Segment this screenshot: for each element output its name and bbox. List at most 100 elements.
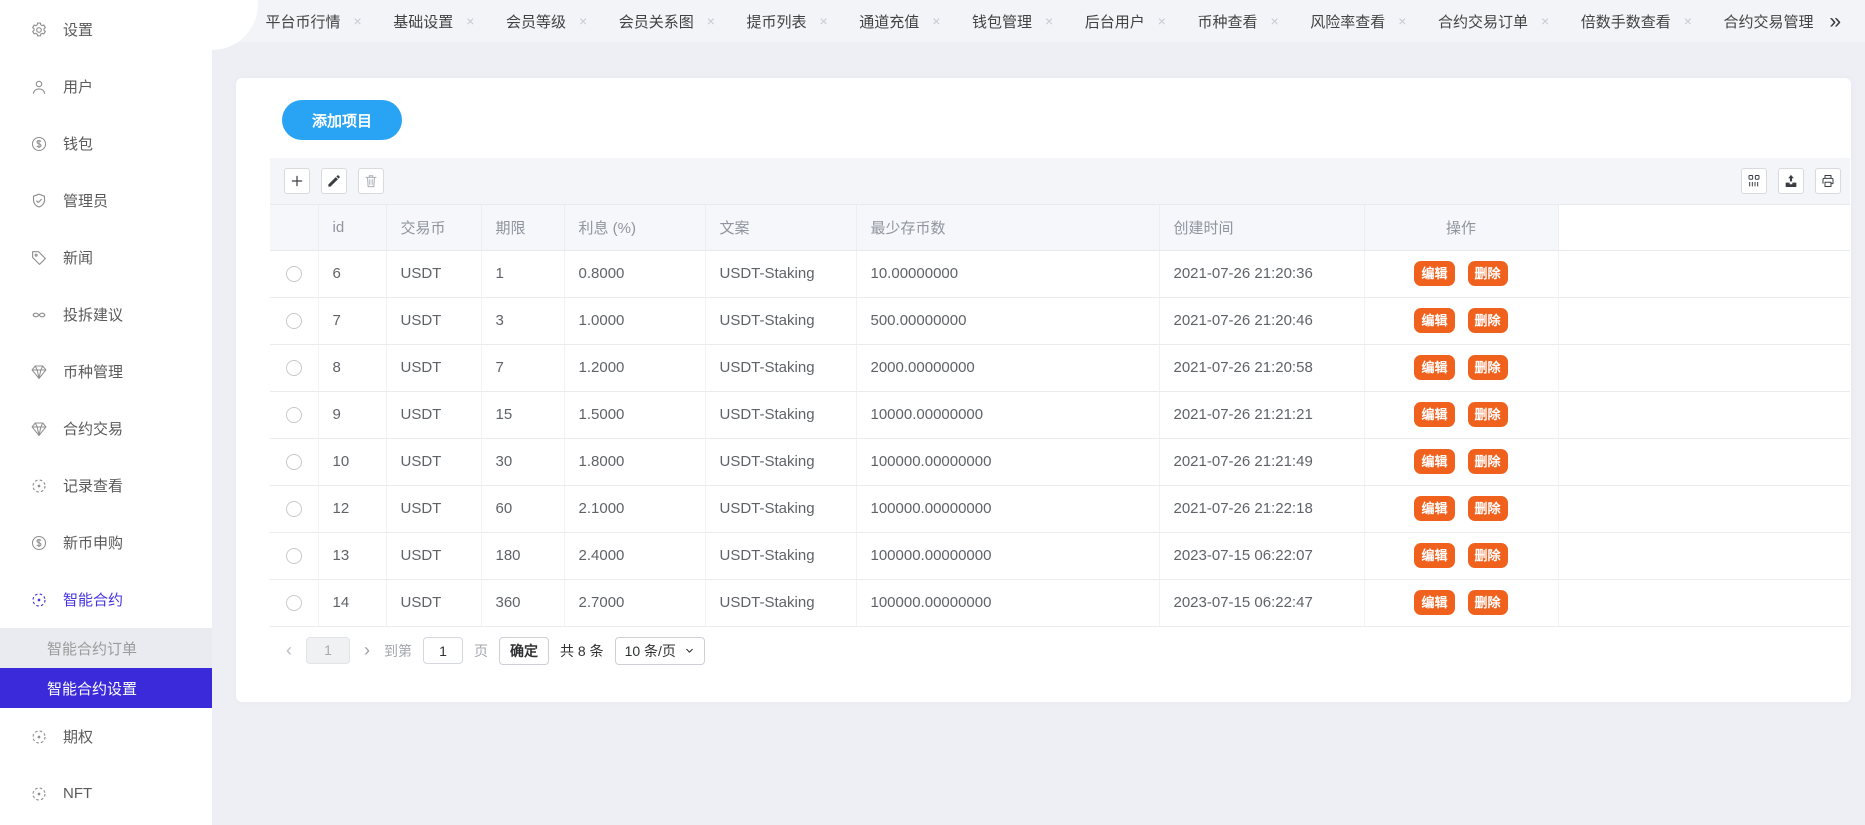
tab-close-icon[interactable]: × xyxy=(707,14,715,28)
edit-button[interactable]: 编辑 xyxy=(1414,590,1454,615)
pagination-goto-input[interactable] xyxy=(423,637,463,664)
delete-button[interactable]: 删除 xyxy=(1468,355,1508,380)
tab-platform-coin-market[interactable]: 平台币行情× xyxy=(265,11,361,32)
tab-close-icon[interactable]: × xyxy=(353,14,361,28)
row-radio-button[interactable] xyxy=(286,266,302,282)
toolbar-delete-button[interactable] xyxy=(358,168,384,194)
tab-label: 会员等级 xyxy=(506,11,566,32)
sidebar-subitem-label: 智能合约设置 xyxy=(47,678,137,699)
sidebar-item-news[interactable]: 新闻 xyxy=(0,229,212,286)
edit-button[interactable]: 编辑 xyxy=(1414,308,1454,333)
tabs-overflow-right-icon[interactable]: » xyxy=(1829,11,1841,32)
tab-wallet-management[interactable]: 钱包管理× xyxy=(972,11,1053,32)
tab-close-icon[interactable]: × xyxy=(819,14,827,28)
cell-created-at: 2021-07-26 21:20:58 xyxy=(1159,344,1364,391)
print-icon xyxy=(1820,173,1836,189)
tab-contract-trade-orders[interactable]: 合约交易订单× xyxy=(1438,11,1549,32)
tab-close-icon[interactable]: × xyxy=(1398,14,1406,28)
column-header-interest: 利息 (%) xyxy=(564,205,705,250)
sidebar-item-record-view[interactable]: 记录查看 xyxy=(0,457,212,514)
sidebar-item-admins[interactable]: 管理员 xyxy=(0,172,212,229)
row-select-cell xyxy=(270,532,318,579)
print-button[interactable] xyxy=(1815,168,1841,194)
pagination-confirm-button[interactable]: 确定 xyxy=(499,637,549,665)
tab-close-icon[interactable]: × xyxy=(1684,14,1692,28)
chevron-down-icon xyxy=(684,645,695,656)
tab-close-icon[interactable]: × xyxy=(1270,14,1278,28)
tab-close-icon[interactable]: × xyxy=(932,14,940,28)
tab-close-icon[interactable]: × xyxy=(1045,14,1053,28)
tab-label: 通道充值 xyxy=(859,11,919,32)
pagination-current-page[interactable]: 1 xyxy=(306,637,350,664)
delete-button[interactable]: 删除 xyxy=(1468,543,1508,568)
delete-button[interactable]: 删除 xyxy=(1468,261,1508,286)
sidebar-item-options[interactable]: 期权 xyxy=(0,708,212,765)
sidebar-item-new-coin-subscription[interactable]: 新币申购 xyxy=(0,514,212,571)
tab-backend-users[interactable]: 后台用户× xyxy=(1085,11,1166,32)
table-row: 9USDT151.5000USDT-Staking10000.000000002… xyxy=(270,391,1850,438)
row-select-cell xyxy=(270,250,318,297)
delete-button[interactable]: 删除 xyxy=(1468,449,1508,474)
sidebar-item-settings[interactable]: 设置 xyxy=(0,1,212,58)
sidebar-item-feedback-suggestions[interactable]: 投拆建议 xyxy=(0,286,212,343)
tab-channel-deposit[interactable]: 通道充值 × xyxy=(859,11,940,32)
sidebar-item-coin-management[interactable]: 币种管理 xyxy=(0,343,212,400)
edit-button[interactable]: 编辑 xyxy=(1414,402,1454,427)
tab-close-icon[interactable]: × xyxy=(1541,14,1549,28)
tab-member-level[interactable]: 会员等级 × xyxy=(506,11,587,32)
cell-text: USDT-Staking xyxy=(705,250,856,297)
row-radio-button[interactable] xyxy=(286,407,302,423)
page-size-select[interactable]: 10 条/页 xyxy=(615,637,705,665)
row-radio-button[interactable] xyxy=(286,454,302,470)
column-settings-button[interactable] xyxy=(1741,168,1767,194)
delete-button[interactable]: 删除 xyxy=(1468,308,1508,333)
row-radio-button[interactable] xyxy=(286,595,302,611)
tab-member-relation-graph[interactable]: 会员关系图× xyxy=(619,11,715,32)
cell-filler xyxy=(1558,438,1850,485)
sidebar-item-smart-contract[interactable]: 智能合约 xyxy=(0,571,212,628)
row-radio-button[interactable] xyxy=(286,501,302,517)
tab-contract-trade-management[interactable]: 合约交易管理 xyxy=(1723,11,1813,32)
sidebar-item-label: 合约交易 xyxy=(63,418,123,439)
sidebar-item-users[interactable]: 用户 xyxy=(0,58,212,115)
cell-interest: 1.2000 xyxy=(564,344,705,391)
tag-icon xyxy=(30,249,48,267)
row-radio-button[interactable] xyxy=(286,360,302,376)
delete-button[interactable]: 删除 xyxy=(1468,496,1508,521)
toolbar-add-button[interactable] xyxy=(284,168,310,194)
add-item-button[interactable]: 添加项目 xyxy=(282,100,402,140)
edit-button[interactable]: 编辑 xyxy=(1414,496,1454,521)
cell-interest: 2.1000 xyxy=(564,485,705,532)
tab-coin-view[interactable]: 币种查看× xyxy=(1197,11,1278,32)
cell-actions: 编辑删除 xyxy=(1364,485,1558,532)
edit-button[interactable]: 编辑 xyxy=(1414,449,1454,474)
tab-basic-settings[interactable]: 基础设置× xyxy=(393,11,474,32)
trash-icon xyxy=(363,173,379,189)
tab-close-icon[interactable]: × xyxy=(466,14,474,28)
export-button[interactable] xyxy=(1778,168,1804,194)
cell-period: 7 xyxy=(481,344,564,391)
cell-interest: 1.5000 xyxy=(564,391,705,438)
sidebar-subitem-smart-contract-orders[interactable]: 智能合约订单 xyxy=(0,628,212,668)
sidebar-item-nft[interactable]: NFT xyxy=(0,765,212,822)
sidebar-item-wallet[interactable]: 钱包 xyxy=(0,115,212,172)
pagination-next-icon[interactable]: › xyxy=(361,640,373,661)
row-radio-button[interactable] xyxy=(286,548,302,564)
delete-button[interactable]: 删除 xyxy=(1468,590,1508,615)
sidebar-item-contract-trading[interactable]: 合约交易 xyxy=(0,400,212,457)
pagination-prev-icon[interactable]: ‹ xyxy=(283,640,295,661)
edit-button[interactable]: 编辑 xyxy=(1414,355,1454,380)
row-radio-button[interactable] xyxy=(286,313,302,329)
edit-button[interactable]: 编辑 xyxy=(1414,261,1454,286)
toolbar-edit-button[interactable] xyxy=(321,168,347,194)
sidebar-subitem-smart-contract-settings[interactable]: 智能合约设置 xyxy=(0,668,212,708)
sidebar-item-label: 管理员 xyxy=(63,190,108,211)
sidebar-item-label: 期权 xyxy=(63,726,93,747)
tab-withdraw-list[interactable]: 提币列表× xyxy=(746,11,827,32)
tab-close-icon[interactable]: × xyxy=(1158,14,1166,28)
tab-close-icon[interactable]: × xyxy=(579,14,587,28)
delete-button[interactable]: 删除 xyxy=(1468,402,1508,427)
edit-button[interactable]: 编辑 xyxy=(1414,543,1454,568)
tab-risk-rate-view[interactable]: 风险率查看× xyxy=(1310,11,1406,32)
tab-multiplier-lots-view[interactable]: 倍数手数查看× xyxy=(1581,11,1692,32)
